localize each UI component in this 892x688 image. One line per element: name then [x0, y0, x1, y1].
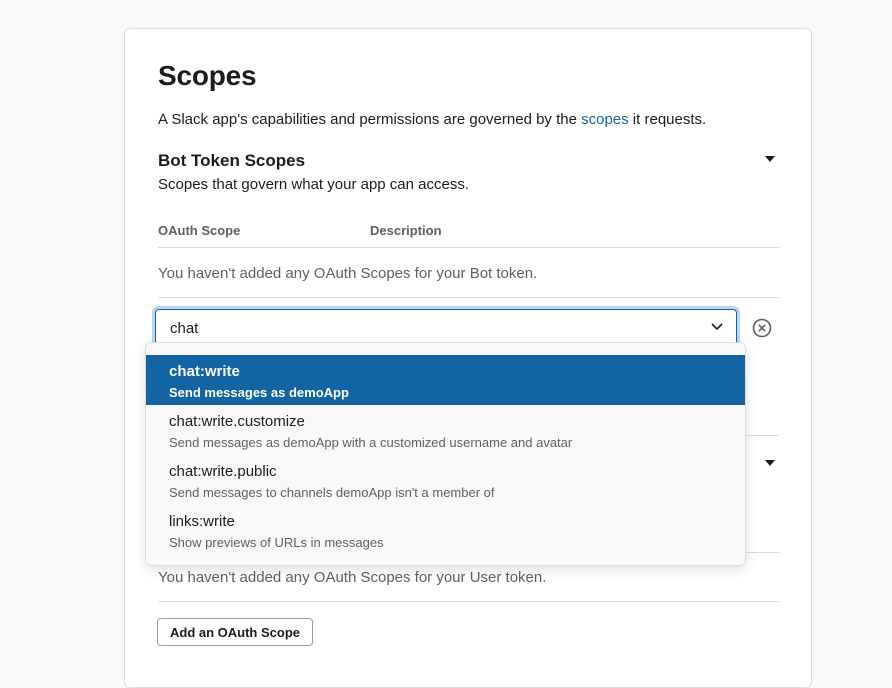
bot-empty-message: You haven't added any OAuth Scopes for y…: [158, 265, 538, 282]
bot-token-scopes-title: Bot Token Scopes: [158, 151, 306, 170]
bot-token-scopes-subtitle: Scopes that govern what your app can acc…: [158, 176, 470, 193]
intro-before: A Slack app's capabilities and permissio…: [158, 111, 582, 128]
option-chat-write-public[interactable]: chat:write.public Send messages to chann…: [146, 455, 745, 505]
scope-search-input[interactable]: [170, 318, 690, 338]
column-header-oauth-scope: OAuth Scope: [158, 223, 241, 238]
page-title: Scopes: [158, 60, 257, 91]
caret-down-icon[interactable]: [765, 156, 775, 162]
option-name: chat:write.public: [169, 463, 277, 480]
option-description: Show previews of URLs in messages: [169, 535, 384, 550]
caret-down-icon[interactable]: [765, 460, 775, 466]
divider: [158, 297, 780, 298]
option-name: links:write: [169, 513, 235, 530]
option-links-write[interactable]: links:write Show previews of URLs in mes…: [146, 505, 745, 555]
option-chat-write-customize[interactable]: chat:write.customize Send messages as de…: [146, 405, 745, 455]
divider: [158, 601, 780, 602]
user-empty-message: You haven't added any OAuth Scopes for y…: [158, 569, 547, 586]
chevron-down-icon[interactable]: [710, 322, 724, 332]
option-name: chat:write.customize: [169, 413, 305, 430]
clear-circle-x-icon[interactable]: [752, 318, 772, 338]
option-name: chat:write: [169, 363, 240, 380]
option-description: Send messages as demoApp with a customiz…: [169, 435, 573, 450]
divider: [158, 247, 780, 248]
add-oauth-scope-button[interactable]: Add an OAuth Scope: [157, 618, 313, 646]
option-chat-write[interactable]: chat:write Send messages as demoApp: [146, 355, 745, 405]
intro-text: A Slack app's capabilities and permissio…: [158, 111, 706, 128]
option-description: Send messages as demoApp: [169, 385, 349, 400]
scopes-link[interactable]: scopes: [581, 111, 629, 128]
intro-after: it requests.: [628, 111, 707, 128]
column-header-description: Description: [370, 223, 442, 238]
scope-options-dropdown: chat:write Send messages as demoApp chat…: [145, 342, 746, 566]
option-description: Send messages to channels demoApp isn't …: [169, 485, 495, 500]
